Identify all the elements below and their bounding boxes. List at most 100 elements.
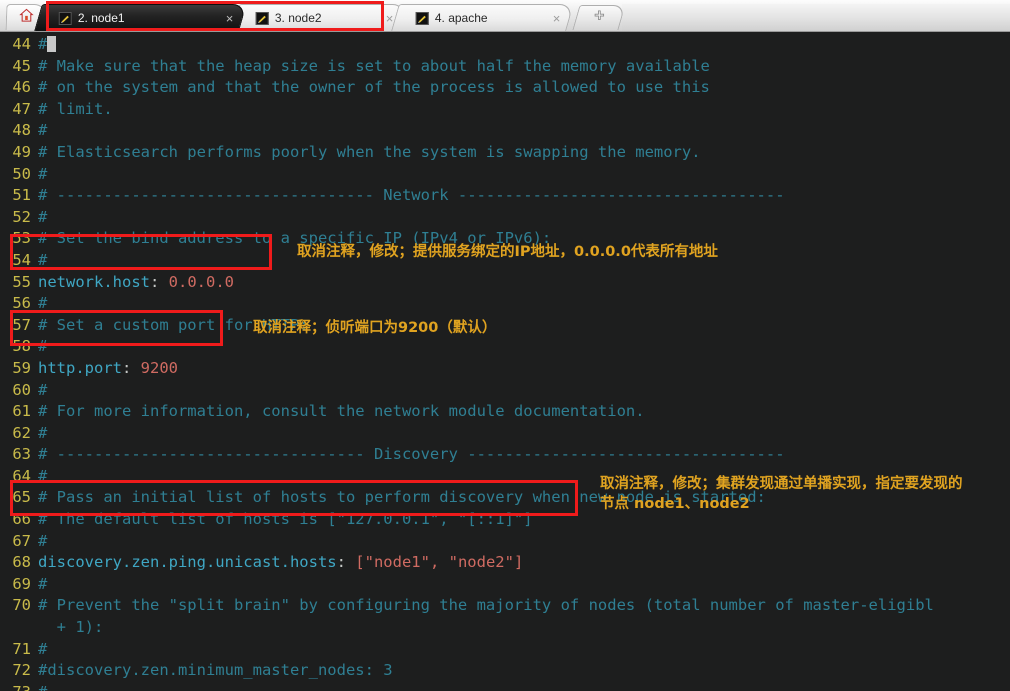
terminal-line: 46 # on the system and that the owner of … [0, 77, 1010, 99]
code-segment: # ---------------------------------- Net… [38, 186, 785, 205]
terminal-line: 59 http.port: 9200 [0, 358, 1010, 380]
close-icon[interactable]: × [549, 11, 561, 26]
tab-label: 2. node1 [77, 11, 125, 25]
code-segment: : [149, 272, 160, 291]
line-number: 69 [12, 574, 31, 593]
tab-bar-filler [622, 4, 1010, 31]
tab-apache[interactable]: 4. apache × [391, 4, 574, 31]
code-segment: 0.0.0.0 [159, 272, 234, 291]
code-segment: : [336, 553, 346, 572]
annotation-network-host: 取消注释，修改；提供服务绑定的IP地址，0.0.0.0代表所有地址 [297, 244, 718, 260]
tab-node2[interactable]: 3. node2 × [231, 4, 407, 31]
code-segment: # For more information, consult the netw… [38, 402, 645, 421]
line-number: 51 [12, 186, 31, 205]
tab-bar: 2. node1 × 3. node2 × 4. apache × [0, 0, 1010, 32]
terminal-icon [415, 11, 429, 25]
code-segment: #discovery.zen.minimum_master_nodes: 3 [38, 661, 393, 680]
line-number: 64 [12, 466, 31, 485]
line-number: 49 [12, 142, 31, 161]
terminal-line: 70 # Prevent the "split brain" by configu… [0, 595, 1010, 617]
code-segment: # [38, 423, 48, 442]
terminal-line: 56 # [0, 293, 1010, 315]
line-number: 71 [12, 639, 31, 658]
terminal-icon [58, 11, 72, 25]
line-number: 45 [12, 56, 31, 75]
line-number: 50 [12, 164, 31, 183]
terminal-line: 62 # [0, 423, 1010, 445]
code-segment: + 1): [38, 618, 104, 637]
line-number: 46 [12, 78, 31, 97]
line-number: 57 [12, 315, 31, 334]
code-segment: # on the system and that the owner of th… [38, 78, 710, 97]
terminal-line: 48 # [0, 120, 1010, 142]
line-number: 66 [12, 510, 31, 529]
new-tab-button[interactable] [572, 5, 626, 30]
code-segment: # The default list of hosts is ["127.0.0… [38, 510, 533, 529]
line-number: 63 [12, 445, 31, 464]
code-segment: # [38, 531, 48, 550]
tab-label: 3. node2 [274, 11, 322, 25]
line-number: 53 [12, 229, 31, 248]
line-number: 62 [12, 423, 31, 442]
terminal-line: 58 # [0, 336, 1010, 358]
code-segment: 9200 [131, 358, 179, 377]
line-number: 52 [12, 207, 31, 226]
terminal-icon [255, 11, 269, 25]
code-segment: # [38, 683, 47, 691]
terminal-line: 73# [0, 682, 1010, 691]
code-segment: # [38, 380, 48, 399]
terminal-content[interactable]: 44 #45 # Make sure that the heap size is s… [0, 32, 1010, 691]
line-number: 65 [12, 488, 31, 507]
terminal-line: 50 # [0, 164, 1010, 186]
terminal-line: 49 # Elasticsearch performs poorly when t… [0, 142, 1010, 164]
terminal-line: 45 # Make sure that the heap size is set … [0, 56, 1010, 78]
code-segment: # [38, 574, 48, 593]
code-segment: network.host [38, 272, 150, 291]
terminal-line: 51 # ---------------------------------- N… [0, 185, 1010, 207]
line-number: 68 [12, 553, 31, 572]
terminal-line: 47 # limit. [0, 99, 1010, 121]
terminal-line: 61 # For more information, consult the ne… [0, 401, 1010, 423]
line-number: 56 [12, 294, 31, 313]
home-icon [18, 8, 34, 28]
line-number: 55 [12, 272, 31, 291]
line-number: 58 [12, 337, 31, 356]
terminal-line: 71 # [0, 639, 1010, 661]
code-segment: # [38, 250, 48, 269]
code-segment: # [38, 294, 48, 313]
code-segment: # [38, 639, 48, 658]
code-segment: # [38, 337, 48, 356]
code-segment: : [122, 358, 132, 377]
plus-icon [592, 9, 605, 27]
code-segment: # limit. [38, 99, 113, 118]
code-segment: # [38, 121, 48, 140]
line-number: 54 [12, 250, 31, 269]
annotation-http-port: 取消注释；侦听端口为9200（默认） [253, 320, 497, 336]
terminal-line: 72 #discovery.zen.minimum_master_nodes: 3 [0, 660, 1010, 682]
tab-node1[interactable]: 2. node1 × [34, 4, 247, 31]
line-number: 48 [12, 121, 31, 140]
code-segment: # [38, 207, 48, 226]
terminal-line: + 1): [0, 617, 1010, 639]
code-segment: ["node1", "node2"] [345, 553, 524, 572]
code-segment: # [38, 35, 48, 53]
line-number: 61 [12, 402, 31, 421]
code-segment: # Prevent the "split brain" by configuri… [38, 596, 934, 615]
line-number: 67 [12, 531, 31, 550]
code-segment: discovery.zen.ping.unicast.hosts [38, 553, 337, 572]
line-number: 70 [12, 596, 31, 615]
code-segment: # --------------------------------- Disc… [38, 445, 785, 464]
terminal-line: 44 # [0, 34, 1010, 56]
terminal-line: 68 discovery.zen.ping.unicast.hosts: ["no… [0, 552, 1010, 574]
line-number: 73 [0, 682, 38, 691]
terminal-line: 60 # [0, 380, 1010, 402]
line-number: 72 [12, 661, 31, 680]
terminal-window: 2. node1 × 3. node2 × 4. apache × 44 # 4… [0, 0, 1010, 691]
code-segment: # [38, 466, 48, 485]
terminal-line: 52 # [0, 207, 1010, 229]
close-icon[interactable]: × [222, 11, 234, 26]
close-icon[interactable]: × [382, 11, 394, 26]
code-segment: # Make sure that the heap size is set to… [38, 56, 710, 75]
text-cursor [47, 36, 57, 52]
code-segment: http.port [38, 358, 122, 377]
